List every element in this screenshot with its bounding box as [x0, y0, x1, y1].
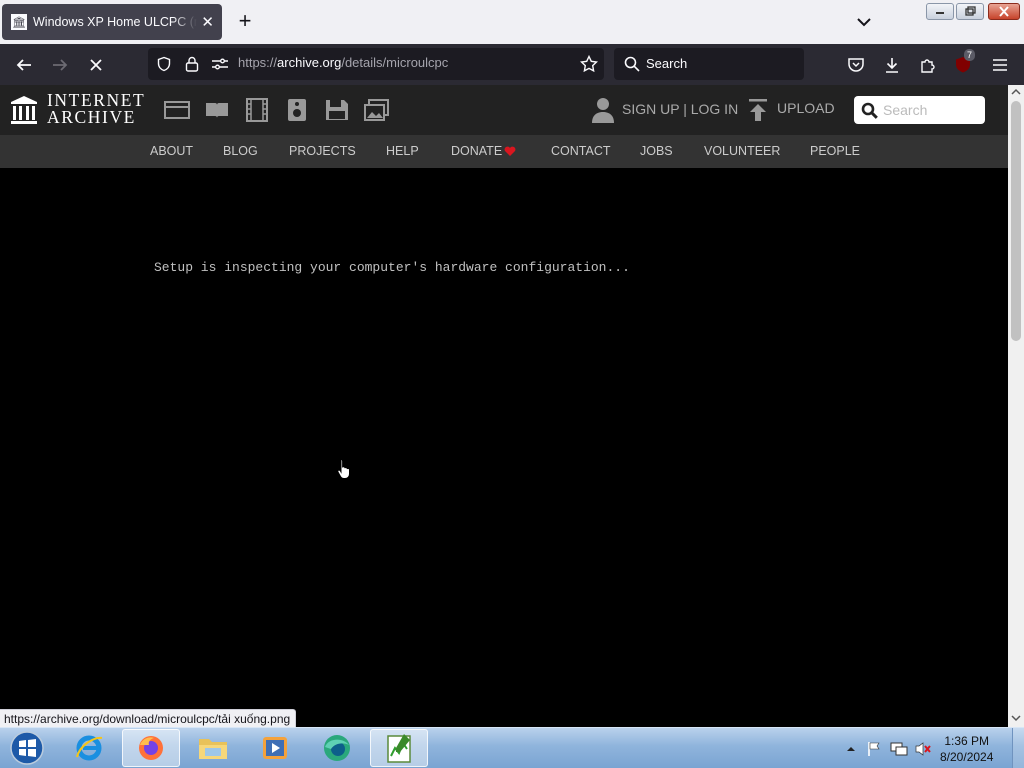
tab-close-icon[interactable]: ✕ — [201, 13, 214, 31]
task-manager-icon[interactable] — [370, 729, 428, 767]
tab-title: Windows XP Home ULCPC (microulcpc) — [33, 15, 197, 29]
extension-badge: 7 — [964, 49, 976, 61]
nav-about[interactable]: ABOUT — [150, 144, 193, 158]
url-path: /details/microulcpc — [341, 55, 449, 70]
audio-icon[interactable] — [284, 98, 310, 122]
images-icon[interactable] — [364, 98, 390, 122]
software-icon[interactable] — [324, 98, 350, 122]
list-all-tabs-chevron-icon[interactable] — [852, 10, 876, 34]
windows-explorer-icon[interactable] — [184, 729, 242, 767]
media-player-icon[interactable] — [246, 729, 304, 767]
system-clock[interactable]: 1:36 PM 8/20/2024 — [940, 733, 993, 765]
upload-link[interactable]: UPLOAD — [777, 100, 835, 116]
ia-wordmark[interactable]: INTERNET ARCHIVE — [47, 91, 145, 127]
start-orb-icon[interactable] — [2, 729, 52, 767]
internet-explorer-icon[interactable] — [60, 729, 118, 767]
search-icon — [624, 56, 640, 72]
back-arrow-icon[interactable] — [11, 52, 37, 78]
browser-search-box[interactable]: Search — [614, 48, 804, 80]
window-close-button[interactable] — [988, 3, 1020, 20]
restore-button[interactable] — [956, 3, 984, 20]
hand-cursor-icon — [337, 458, 350, 479]
ia-search-placeholder: Search — [883, 102, 928, 118]
ia-nav-bar: ABOUT BLOG PROJECTS HELP DONATE CONTACT … — [0, 135, 1008, 168]
pocket-icon[interactable] — [843, 52, 869, 78]
web-icon[interactable] — [164, 98, 190, 122]
new-tab-button[interactable]: + — [232, 8, 258, 34]
archive-favicon-icon: 🏛 — [11, 14, 27, 30]
scroll-down-arrow-icon[interactable] — [1011, 714, 1021, 722]
forward-arrow-icon[interactable] — [47, 52, 73, 78]
minimize-button[interactable] — [926, 3, 954, 20]
nav-projects[interactable]: PROJECTS — [289, 144, 356, 158]
show-hidden-icons-icon[interactable] — [846, 745, 856, 753]
upload-arrow-icon[interactable] — [748, 98, 768, 122]
active-tab[interactable]: 🏛 Windows XP Home ULCPC (microulcpc) ✕ — [2, 4, 222, 40]
lock-icon[interactable] — [184, 55, 200, 73]
clock-date: 8/20/2024 — [940, 750, 994, 764]
nav-blog[interactable]: BLOG — [223, 144, 258, 158]
windows-taskbar: 1:36 PM 8/20/2024 — [0, 727, 1024, 768]
network-icon[interactable] — [890, 741, 908, 757]
logo-line-2: ARCHIVE — [47, 107, 136, 127]
url-domain: archive.org — [277, 55, 342, 70]
firefox-icon[interactable] — [122, 729, 180, 767]
signup-login-link[interactable]: SIGN UP | LOG IN — [622, 101, 738, 117]
video-icon[interactable] — [244, 98, 270, 122]
scroll-up-arrow-icon[interactable] — [1011, 88, 1021, 96]
texts-icon[interactable] — [204, 98, 230, 122]
nav-people[interactable]: PEOPLE — [810, 144, 860, 158]
address-bar[interactable]: https://archive.org/details/microulcpc — [148, 48, 604, 80]
nav-help[interactable]: HELP — [386, 144, 419, 158]
action-center-flag-icon[interactable] — [866, 741, 882, 757]
ia-header: INTERNET ARCHIVE SIGN UP | LOG IN UPLOAD… — [0, 85, 1008, 135]
url-scheme: https:// — [238, 55, 278, 70]
setup-status-text: Setup is inspecting your computer's hard… — [154, 260, 630, 275]
ia-search-box[interactable]: Search — [854, 96, 985, 124]
user-avatar-icon[interactable] — [592, 97, 614, 123]
tab-strip: 🏛 Windows XP Home ULCPC (microulcpc) ✕ + — [0, 0, 1024, 44]
donate-heart-icon[interactable] — [504, 146, 516, 157]
show-desktop-button[interactable] — [1012, 728, 1024, 768]
extensions-puzzle-icon[interactable] — [915, 52, 941, 78]
nav-contact[interactable]: CONTACT — [551, 144, 611, 158]
hamburger-menu-icon[interactable] — [987, 52, 1013, 78]
clock-time: 1:36 PM — [944, 734, 990, 748]
tracking-shield-icon[interactable] — [156, 56, 172, 72]
nav-volunteer[interactable]: VOLUNTEER — [704, 144, 780, 158]
url-text[interactable]: https://archive.org/details/microulcpc — [238, 55, 448, 70]
downloads-icon[interactable] — [879, 52, 905, 78]
archive-building-logo-icon[interactable] — [10, 95, 38, 125]
nav-toolbar: https://archive.org/details/microulcpc S… — [0, 44, 1024, 85]
nav-jobs[interactable]: JOBS — [640, 144, 673, 158]
search-placeholder: Search — [646, 56, 688, 71]
edge-app-icon[interactable] — [308, 729, 366, 767]
scroll-thumb[interactable] — [1011, 101, 1021, 341]
ublock-extension-icon[interactable]: 7 — [951, 49, 977, 78]
stop-loading-icon[interactable] — [83, 52, 109, 78]
status-link-preview: https://archive.org/download/microulcpc/… — [0, 709, 297, 728]
volume-muted-icon[interactable] — [914, 741, 932, 757]
emulator-screen[interactable]: Setup is inspecting your computer's hard… — [0, 168, 1008, 711]
page-scrollbar[interactable] — [1008, 85, 1024, 727]
bookmark-star-icon[interactable] — [580, 55, 598, 73]
permissions-icon[interactable] — [211, 56, 229, 72]
ia-search-icon — [861, 102, 878, 119]
nav-donate[interactable]: DONATE — [451, 144, 502, 158]
